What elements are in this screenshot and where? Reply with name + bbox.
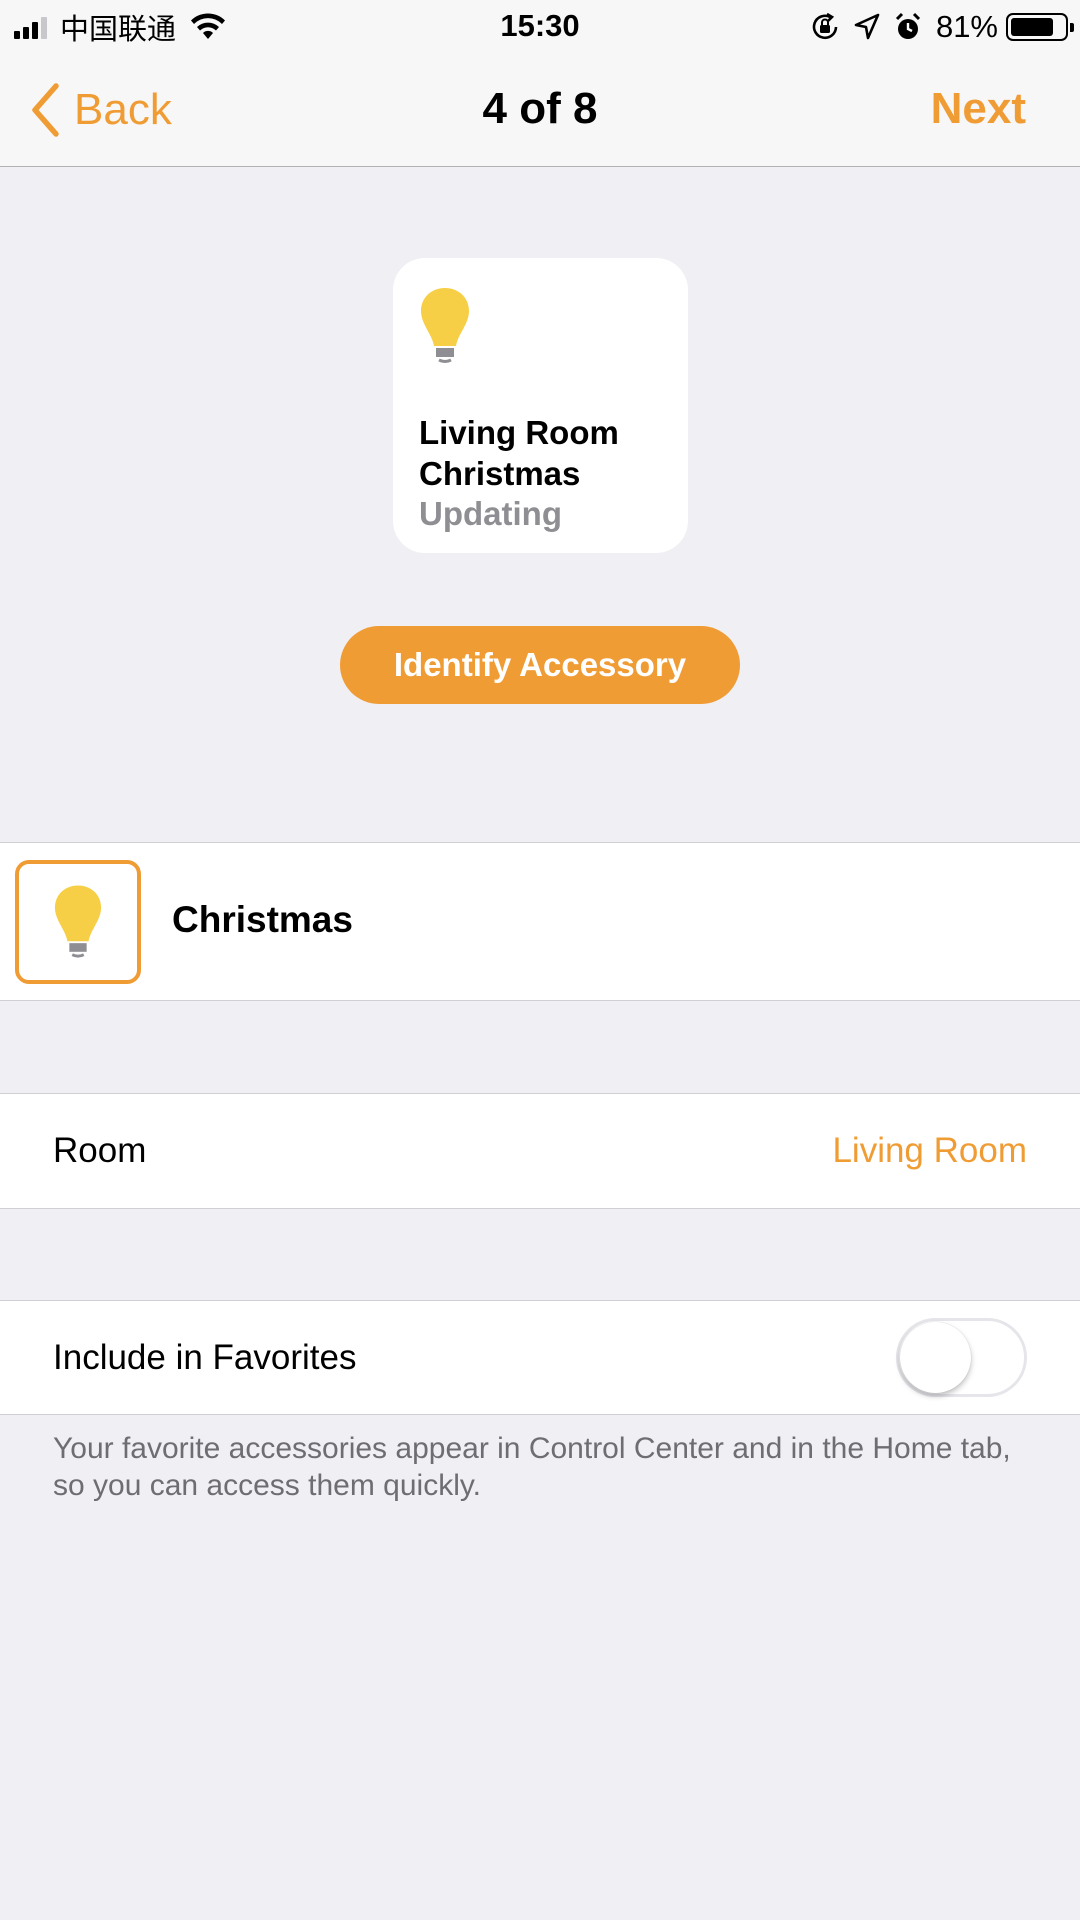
accessory-name-field[interactable]: Christmas (172, 899, 353, 941)
favorites-toggle[interactable] (896, 1318, 1027, 1397)
favorites-row: Include in Favorites (0, 1300, 1080, 1415)
room-value: Living Room (832, 1131, 1027, 1170)
battery-icon (1006, 13, 1074, 41)
accessory-icon-button[interactable] (15, 860, 141, 984)
room-label: Room (53, 1131, 147, 1170)
battery-percentage: 81% (935, 9, 998, 44)
favorites-footer-note: Your favorite accessories appear in Cont… (53, 1432, 1011, 1502)
page-title: 4 of 8 (482, 84, 598, 133)
lightbulb-icon (54, 885, 102, 958)
lightbulb-icon (421, 288, 469, 363)
battery-level-fill (1011, 18, 1053, 36)
alarm-icon (895, 12, 921, 39)
status-bar: 中国联通 15:30 81% (0, 0, 1080, 54)
accessory-name-cell: Christmas (0, 842, 1080, 1001)
next-button[interactable]: Next (931, 84, 1026, 134)
identify-accessory-button[interactable]: Identify Accessory (340, 626, 740, 704)
room-row[interactable]: Room Living Room (0, 1093, 1080, 1209)
favorites-label: Include in Favorites (53, 1338, 357, 1377)
status-bar-right: 81% (796, 8, 1074, 46)
tile-accessory-name: Living Room Christmas (419, 414, 619, 492)
navigation-bar: Back 4 of 8 Next (0, 54, 1080, 167)
location-icon (854, 13, 880, 40)
accessory-tile[interactable]: Living Room Christmas Updating (393, 258, 688, 553)
tile-status: Updating (419, 495, 562, 532)
orientation-lock-icon (812, 12, 838, 40)
toggle-knob (900, 1322, 971, 1393)
